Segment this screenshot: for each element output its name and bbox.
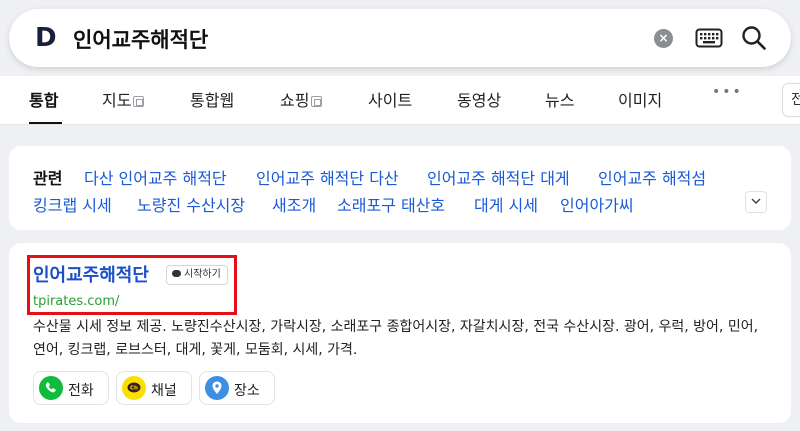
call-button[interactable]: 전화 xyxy=(33,371,109,405)
related-link[interactable]: 인어교주 해적섬 xyxy=(598,165,706,189)
call-label: 전화 xyxy=(68,383,94,399)
channel-label: 채널 xyxy=(151,383,177,399)
tab-integrated[interactable]: 통합 xyxy=(29,87,58,111)
tab-site[interactable]: 사이트 xyxy=(368,87,412,111)
keyboard-icon[interactable] xyxy=(695,27,723,49)
search-icon[interactable] xyxy=(741,25,767,51)
result-url[interactable]: tpirates.com/ xyxy=(33,294,119,309)
result-description: 수산물 시세 정보 제공. 노량진수산시장, 가락시장, 소래포구 종합어시장,… xyxy=(33,319,759,358)
related-link[interactable]: 소래포구 태산호 xyxy=(337,192,445,216)
place-label: 장소 xyxy=(234,383,260,399)
tabs-divider xyxy=(0,124,800,125)
external-link-icon xyxy=(311,96,323,107)
search-tabs: 통합 지도 통합웹 쇼핑 사이트 동영상 뉴스 이미지 ••• 전 xyxy=(0,76,800,124)
result-title-link[interactable]: 인어교주해적단 xyxy=(33,261,149,287)
related-link[interactable]: 인어교주 해적단 다산 xyxy=(256,165,399,189)
tab-shopping[interactable]: 쇼핑 xyxy=(280,87,323,111)
chevron-down-icon[interactable] xyxy=(745,191,767,213)
related-link[interactable]: 노량진 수산시장 xyxy=(137,192,245,216)
search-result-card: 인어교주해적단 시작하기 tpirates.com/ 수산물 시세 정보 제공.… xyxy=(9,243,791,423)
start-chat-badge[interactable]: 시작하기 xyxy=(166,265,228,285)
tab-video[interactable]: 동영상 xyxy=(457,87,501,111)
clear-icon[interactable]: × xyxy=(654,29,673,48)
external-link-icon xyxy=(133,96,145,107)
kakao-channel-icon: Ch xyxy=(122,376,146,400)
related-link[interactable]: 새조개 xyxy=(272,192,316,216)
more-tabs-icon[interactable]: ••• xyxy=(712,84,743,100)
location-pin-icon xyxy=(205,376,229,400)
channel-button[interactable]: Ch 채널 xyxy=(116,371,192,405)
chat-bubble-icon xyxy=(172,270,181,277)
related-title: 관련 xyxy=(33,169,63,188)
related-link[interactable]: 인어교주 해적단 대게 xyxy=(427,165,570,189)
related-link[interactable]: 대게 시세 xyxy=(474,192,538,216)
phone-icon xyxy=(39,376,63,400)
related-link[interactable]: 다산 인어교주 해적단 xyxy=(84,165,227,189)
search-bar: D 인어교주해적단 × xyxy=(9,9,791,67)
tab-map[interactable]: 지도 xyxy=(102,87,145,111)
tab-integrated-web[interactable]: 통합웹 xyxy=(190,87,234,111)
svg-text:Ch: Ch xyxy=(130,386,138,392)
related-link[interactable]: 킹크랩 시세 xyxy=(33,192,112,216)
tab-overflow-button[interactable]: 전 xyxy=(782,83,800,117)
search-input[interactable]: 인어교주해적단 xyxy=(73,24,208,54)
tab-news[interactable]: 뉴스 xyxy=(545,87,574,111)
related-link[interactable]: 인어아가씨 xyxy=(560,192,634,216)
related-searches: 관련 다산 인어교주 해적단 인어교주 해적단 다산 인어교주 해적단 대게 인… xyxy=(9,146,791,230)
tab-image[interactable]: 이미지 xyxy=(618,87,662,111)
place-button[interactable]: 장소 xyxy=(199,371,275,405)
daum-logo[interactable]: D xyxy=(35,23,57,53)
